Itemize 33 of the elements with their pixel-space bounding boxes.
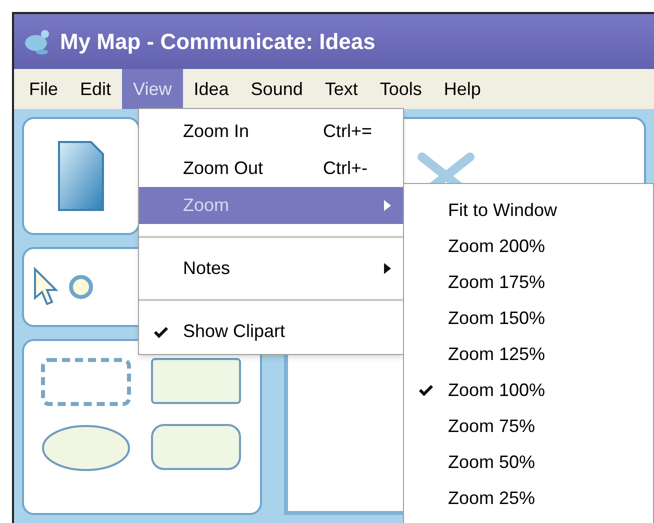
- app-logo-icon: [22, 28, 52, 54]
- rounded-rectangle-icon[interactable]: [150, 423, 242, 473]
- menu-item[interactable]: Tools: [368, 69, 433, 109]
- menu-option[interactable]: Zoom 50%: [404, 444, 653, 480]
- checkmark-icon: [154, 326, 168, 338]
- menu-item[interactable]: File: [18, 69, 70, 109]
- window-title: My Map - Communicate: Ideas: [60, 28, 376, 56]
- menu-option[interactable]: Show Clipart: [139, 313, 403, 350]
- checkmark-icon: [419, 384, 433, 396]
- submenu-arrow-icon: [384, 200, 391, 211]
- menu-option[interactable]: Fit to Window: [404, 192, 653, 228]
- menu-option[interactable]: Zoom 175%: [404, 264, 653, 300]
- menu-option[interactable]: Zoom 125%: [404, 336, 653, 372]
- ellipse-shape-icon[interactable]: [40, 423, 132, 473]
- menu-option[interactable]: Zoom 100%: [404, 372, 653, 408]
- menu-option[interactable]: Zoom Out Ctrl+-: [139, 150, 403, 187]
- menu-item[interactable]: Idea: [182, 69, 240, 109]
- menu-item[interactable]: Help: [432, 69, 492, 109]
- pointer-icon[interactable]: [32, 266, 60, 308]
- menu-option[interactable]: Zoom In Ctrl+=: [139, 113, 403, 150]
- rectangle-shape-icon[interactable]: [150, 357, 242, 407]
- menu-option[interactable]: Zoom 25%: [404, 480, 653, 516]
- new-document-icon[interactable]: [57, 140, 105, 212]
- menu-item[interactable]: Text: [314, 69, 369, 109]
- menu-option[interactable]: Zoom 150%: [404, 300, 653, 336]
- menu-option[interactable]: Zoom 75%: [404, 408, 653, 444]
- menu-option[interactable]: Zoom 200%: [404, 228, 653, 264]
- menu-item[interactable]: Edit: [69, 69, 122, 109]
- submenu-arrow-icon: [384, 263, 391, 274]
- dotted-rectangle-icon[interactable]: [40, 357, 132, 407]
- circle-tool-icon[interactable]: [68, 274, 94, 300]
- menu-option[interactable]: Notes: [139, 250, 403, 287]
- menu-item[interactable]: Sound: [240, 69, 314, 109]
